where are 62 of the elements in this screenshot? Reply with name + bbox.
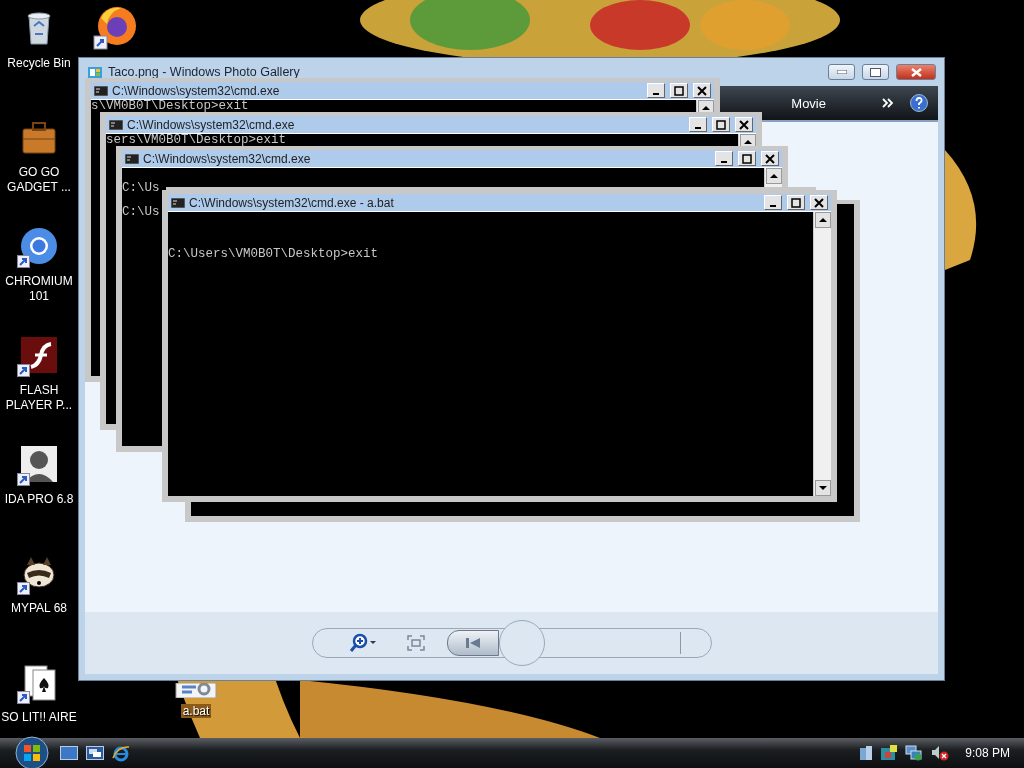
desktop-icon-label: FLASH PLAYER P... [4,383,74,413]
maximize-button[interactable] [862,64,889,80]
console-line: C:\Us [122,180,160,197]
show-desktop-icon[interactable] [60,746,78,760]
console-title: C:\Windows\system32\cmd.exe [143,151,311,166]
previous-button[interactable] [446,630,499,656]
skip-back-icon [464,637,481,649]
console-line: C:\Us [122,204,160,221]
minimize-icon [836,70,847,74]
desktop-icon-label: CHROMIUM 101 [4,274,74,304]
maximize-icon [674,85,684,96]
scroll-down-icon[interactable] [814,480,831,496]
internet-explorer-icon[interactable] [112,744,130,762]
close-icon [697,85,707,96]
movie-button[interactable]: Movie [791,95,826,111]
network-icon[interactable] [905,745,924,761]
clock[interactable]: 9:08 PM [965,746,1010,760]
muted-speaker-icon[interactable] [931,745,950,761]
flash-icon[interactable] [19,335,59,375]
desktop-icon-label: MYPAL 68 [10,601,68,616]
maximize-icon [791,197,801,208]
close-icon [910,67,922,77]
chevron-icon[interactable] [882,98,894,108]
desktop-icon-label: IDA PRO 6.8 [3,492,75,507]
scroll-up-icon[interactable] [765,168,782,184]
close-icon [739,119,749,130]
minimize-icon [695,127,701,129]
tray-device-icon[interactable] [859,745,874,761]
console-title: C:\Windows\system32\cmd.exe [127,117,295,132]
minimize-icon [721,161,727,163]
desktop-icon-label: GO GO GADGET ... [6,165,72,195]
console-title: C:\Windows\system32\cmd.exe [112,83,280,98]
desktop-icon-label: SO LIT!! AIRE [0,710,78,725]
console-title: C:\Windows\system32\cmd.exe - a.bat [189,195,394,210]
file-label: a.bat [180,704,212,718]
zoom-icon[interactable] [348,633,379,653]
window-title: Taco.png - Windows Photo Gallery [108,65,300,79]
start-button[interactable] [12,736,52,768]
tray-window-icon[interactable] [881,745,898,761]
maximize-icon [870,67,881,77]
close-icon [765,153,775,164]
minimize-icon [653,93,659,95]
desktop-icon-label: Recycle Bin [6,56,72,71]
console-line: C:\Users\VM0B0T\Desktop>exit [168,248,379,261]
console-icon [125,153,139,164]
portrait-icon[interactable] [19,444,59,484]
console-line: sers\VM0B0T\Desktop>exit [106,134,287,147]
help-icon[interactable] [910,94,928,112]
console-line: s\VM0B0T\Desktop>exit [91,100,249,113]
batch-file-icon[interactable] [174,683,218,698]
console-icon [94,85,108,96]
scroll-up-icon[interactable] [814,212,831,228]
chromium-icon[interactable] [19,226,59,266]
console-icon [109,119,123,130]
maximize-icon [742,153,752,164]
photo-gallery-icon [87,64,103,80]
maximize-icon [716,119,726,130]
fit-to-window-icon[interactable] [406,635,425,651]
close-icon [814,197,824,208]
switch-windows-icon[interactable] [86,746,104,760]
console-icon [171,197,185,208]
minimize-icon [770,205,776,207]
